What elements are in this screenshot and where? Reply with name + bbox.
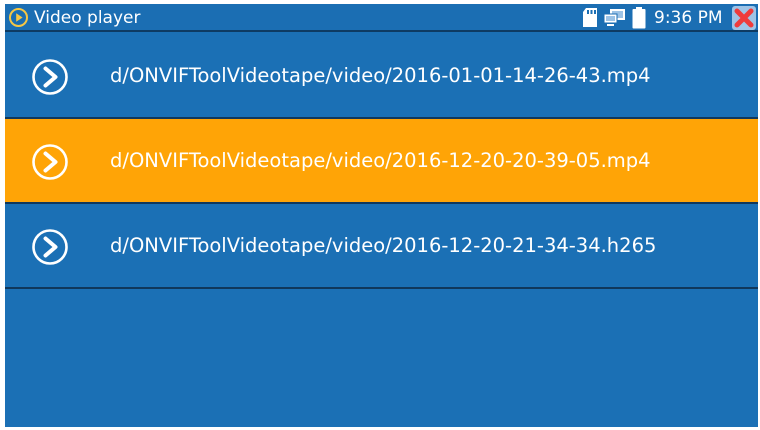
sd-card-icon (583, 8, 597, 27)
play-arrow-icon[interactable] (32, 59, 68, 95)
title-bar: Video player 9:36 PM (5, 4, 758, 32)
file-name[interactable]: d/ONVIFToolVideotape/video/2016-12-20-20… (110, 147, 651, 175)
file-row[interactable]: d/ONVIFToolVideotape/video/2016-01-01-14… (5, 34, 758, 119)
file-name[interactable]: d/ONVIFToolVideotape/video/2016-01-01-14… (110, 62, 651, 90)
video-player-screen: Video player 9:36 PM d/ONVIFToolVideotap… (5, 4, 758, 427)
file-row[interactable]: d/ONVIFToolVideotape/video/2016-12-20-20… (5, 119, 758, 204)
play-circle-icon (9, 8, 28, 27)
clock: 9:36 PM (654, 8, 723, 28)
file-name[interactable]: d/ONVIFToolVideotape/video/2016-12-20-21… (110, 232, 656, 260)
play-arrow-icon[interactable] (32, 144, 68, 180)
battery-icon (632, 7, 646, 29)
app-title: Video player (34, 8, 141, 28)
file-row[interactable]: d/ONVIFToolVideotape/video/2016-12-20-21… (5, 204, 758, 289)
network-icon (604, 9, 625, 26)
close-icon[interactable] (732, 6, 756, 30)
play-arrow-icon[interactable] (32, 229, 68, 265)
